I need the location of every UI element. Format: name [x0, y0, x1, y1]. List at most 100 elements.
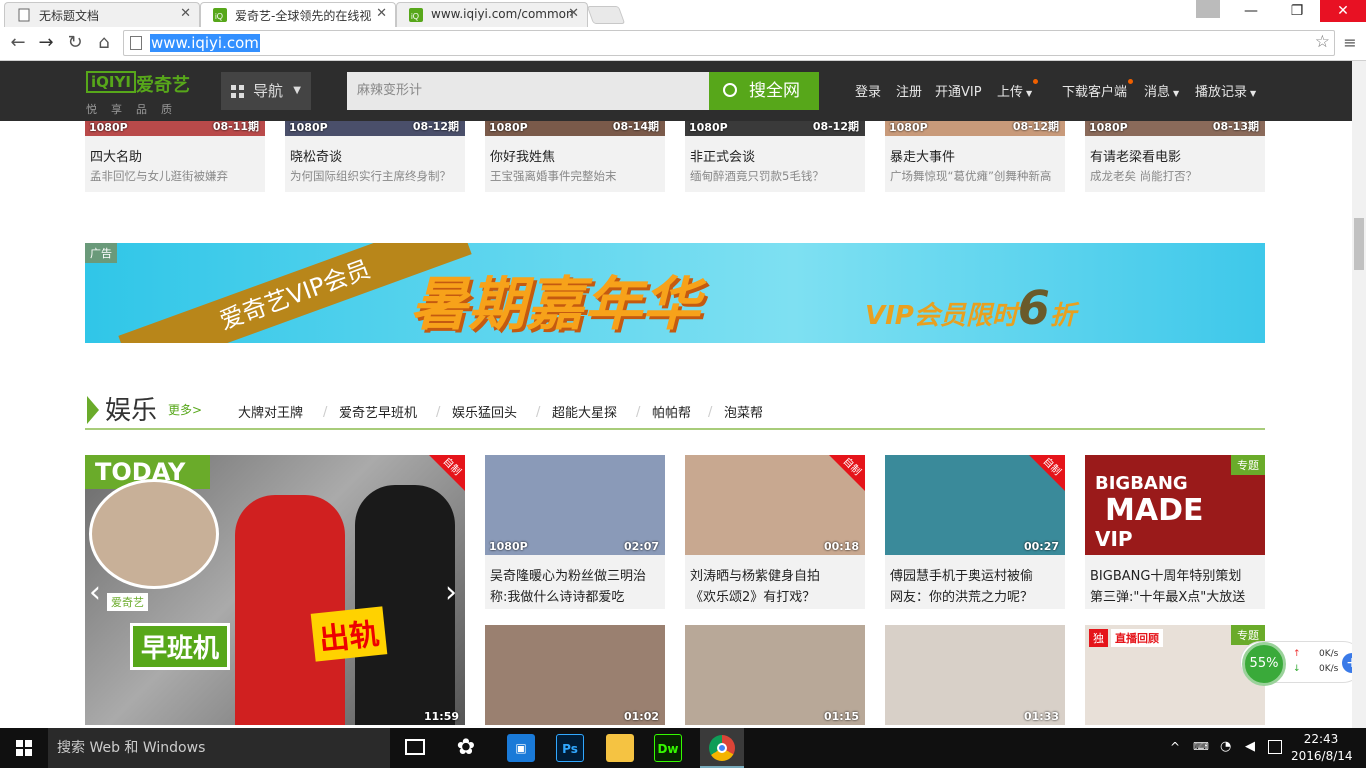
header-link-label: 开通VIP	[935, 85, 982, 100]
duration-label: 00:27	[1023, 540, 1059, 553]
video-title: 刘涛晒与杨紫健身自拍	[690, 569, 821, 584]
video-subtitle: 为何国际组织实行主席终身制？	[290, 169, 451, 183]
duration-label: 01:02	[623, 710, 659, 723]
chevron-down-icon: ▼	[293, 85, 301, 96]
volume-icon[interactable]: ◀	[1245, 739, 1255, 754]
exclusive-badge-label: 独	[1093, 632, 1104, 645]
section-title: 娱乐	[105, 396, 158, 426]
video-card[interactable]: 专题独直播回顾	[1085, 625, 1265, 725]
header-link-label: 播放记录	[1195, 85, 1248, 100]
windows-start-icon[interactable]	[16, 740, 32, 756]
ad-offer-prefix: VIP会员限时	[865, 301, 1018, 331]
new-tab-button[interactable]	[586, 6, 626, 24]
clock-date[interactable]: 2016/8/14	[1291, 749, 1353, 763]
section-tab[interactable]: 爱奇艺早班机	[339, 402, 417, 421]
video-card[interactable]: 00:18 自制 刘涛晒与杨紫健身自拍 《欢乐颂2》有打戏？	[685, 455, 865, 609]
ad-banner[interactable]: 广告 爱奇艺VIP会员 暑期嘉年华 VIP会员限时6折	[85, 243, 1265, 343]
search-input[interactable]: 麻辣变形计	[347, 72, 709, 110]
video-card[interactable]: 专题 BIGBANG MADE VIP BIGBANG十周年特别策划 第三弹:"十年最X点…	[1085, 455, 1265, 609]
video-subtitle: 缅甸醉酒竟只罚款5毛钱？	[690, 169, 824, 183]
video-card[interactable]: 1080P 02:07 吴奇隆暖心为粉丝做三明治 称:我做什么诗诗都爱吃	[485, 455, 665, 609]
feature-video[interactable]: TODAY 爱奇艺 早班机 出轨 自制 ‹ › 11:59	[85, 455, 465, 725]
close-window-button[interactable]: ✕	[1320, 0, 1366, 22]
section-tab[interactable]: 超能大星探	[552, 402, 617, 421]
duration-label: 01:15	[823, 710, 859, 723]
header-link[interactable]: 下载客户端	[1062, 79, 1134, 100]
url-text[interactable]: www.iqiyi.com	[150, 34, 260, 52]
browser-tab-active[interactable]: iQ 爱奇艺-全球领先的在线视 ✕	[200, 2, 396, 27]
taskbar-search[interactable]: 搜索 Web 和 Windows	[48, 728, 390, 768]
page-scrollbar[interactable]	[1352, 61, 1366, 728]
video-thumbnail: 01:02	[485, 625, 665, 725]
section-tab[interactable]: 泡菜帮	[724, 402, 763, 421]
tab-label: 无标题文档	[39, 9, 100, 23]
next-arrow-icon[interactable]: ›	[445, 575, 457, 610]
bookmark-star-icon[interactable]: ☆	[1315, 32, 1330, 52]
nav-menu-button[interactable]: 导航 ▼	[221, 72, 311, 110]
tray-chevron-icon[interactable]: ^	[1170, 740, 1180, 754]
photoshop-icon[interactable]: Ps	[556, 734, 584, 762]
prev-arrow-icon[interactable]: ‹	[89, 575, 101, 610]
video-card[interactable]: 00:27 自制 傅园慧手机于奥运村被偷 网友：你的洪荒之力呢？	[885, 455, 1065, 609]
section-marker-icon	[87, 396, 99, 424]
back-icon[interactable]: ←	[6, 32, 30, 56]
home-icon[interactable]: ⌂	[92, 32, 116, 56]
search-button[interactable]: 搜全网	[709, 72, 819, 110]
search-button-label: 搜全网	[749, 81, 800, 101]
quality-badge: 1080P	[689, 121, 728, 134]
app-icon[interactable]: ▣	[507, 734, 535, 762]
pinwheel-app-icon[interactable]: ✿	[452, 734, 480, 762]
header-link[interactable]: 开通VIP	[935, 81, 982, 100]
wifi-icon[interactable]: ◔	[1220, 739, 1231, 754]
scrollbar-thumb[interactable]	[1354, 218, 1364, 270]
notification-icon[interactable]	[1268, 740, 1282, 754]
reload-icon[interactable]: ↻	[63, 32, 87, 56]
header-link[interactable]: 消息 ▼	[1144, 81, 1179, 100]
section-tab[interactable]: 娱乐猛回头	[452, 402, 517, 421]
maximize-button[interactable]: ❐	[1274, 0, 1320, 22]
section-tab[interactable]: 大牌对王牌	[238, 402, 303, 421]
video-card[interactable]: 01:15	[685, 625, 865, 725]
forward-icon[interactable]: →	[34, 32, 58, 56]
task-view-icon[interactable]	[405, 739, 425, 755]
clock-time[interactable]: 22:43	[1296, 732, 1346, 746]
corner-badge: 自制	[429, 455, 465, 491]
quality-badge: 1080P	[889, 121, 928, 134]
poster-text: VIP	[1095, 527, 1133, 551]
iqiyi-favicon-icon: iQ	[409, 8, 423, 22]
chrome-taskbar-item[interactable]	[700, 728, 744, 768]
minimize-button[interactable]: —	[1228, 0, 1274, 22]
section-tab[interactable]: 帕帕帮	[652, 402, 691, 421]
close-tab-icon[interactable]: ✕	[376, 6, 387, 21]
header-link[interactable]: 播放记录 ▼	[1195, 81, 1256, 100]
file-explorer-icon[interactable]	[606, 734, 634, 762]
exclusive-badge: 独	[1089, 629, 1108, 647]
menu-icon[interactable]: ≡	[1338, 32, 1362, 56]
brand-label: 爱奇艺	[107, 593, 148, 611]
ime-icon[interactable]: ⌨	[1193, 740, 1209, 753]
user-profile-icon[interactable]	[1196, 0, 1220, 18]
close-tab-icon[interactable]: ✕	[180, 6, 191, 21]
ad-offer: VIP会员限时6折	[865, 281, 1076, 335]
header-link[interactable]: 注册	[896, 81, 922, 100]
memory-percent: 55%	[1242, 642, 1286, 686]
more-link[interactable]: 更多>	[168, 401, 202, 418]
dreamweaver-icon[interactable]: Dw	[654, 734, 682, 762]
tab-divider: /	[536, 405, 541, 420]
video-card[interactable]: 01:33	[885, 625, 1065, 725]
address-bar[interactable]: www.iqiyi.com ☆	[123, 30, 1335, 56]
live-replay-label: 直播回顾	[1111, 629, 1163, 647]
header-link[interactable]: 上传 ▼	[997, 79, 1039, 100]
browser-tab[interactable]: 无标题文档 ✕	[4, 2, 200, 27]
video-title: 有请老梁看电影	[1090, 150, 1182, 165]
header-link[interactable]: 登录	[855, 81, 881, 100]
browser-tab-strip: 无标题文档 ✕ iQ 爱奇艺-全球领先的在线视 ✕ iQ www.iqiyi.c…	[0, 0, 1366, 27]
video-card[interactable]: 01:02	[485, 625, 665, 725]
header-link-label: 登录	[855, 85, 882, 100]
browser-tab[interactable]: iQ www.iqiyi.com/common ✕	[396, 2, 588, 27]
download-speed: 0K/s	[1319, 664, 1339, 674]
duration-label: 02:07	[623, 540, 659, 553]
net-speed-widget[interactable]: 55% ↑ 0K/s ↓ 0K/s	[1240, 641, 1352, 686]
ad-offer-suffix: 折	[1049, 301, 1076, 331]
close-tab-icon[interactable]: ✕	[568, 6, 579, 21]
